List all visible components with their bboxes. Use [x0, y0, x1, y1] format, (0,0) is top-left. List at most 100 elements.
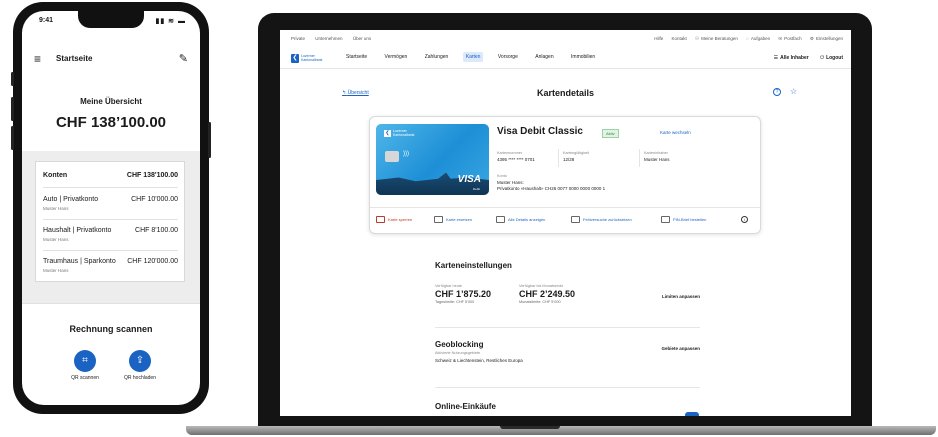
- account-name: Haushalt | Privatkonto: [43, 227, 112, 234]
- scan-invoice-title: Rechnung scannen: [69, 324, 153, 334]
- main-navigation: ❮ Luzerner Kantonalbank Startseite Vermö…: [280, 47, 851, 69]
- nav-item-payments[interactable]: Zahlungen: [422, 52, 452, 62]
- filter-icon: ☰: [773, 55, 779, 61]
- account-row[interactable]: Auto | Privatkonto CHF 10'000.00 Muster …: [43, 196, 178, 216]
- accounts-card: Konten CHF 138'100.00 Auto | Privatkonto…: [35, 161, 185, 282]
- star-favorite-icon[interactable]: ☆: [790, 87, 797, 96]
- qr-scan-label: QR scannen: [71, 375, 99, 381]
- pin-letter-icon: [661, 216, 670, 223]
- details-icon: [496, 216, 505, 223]
- bell-icon: ◌: [746, 36, 749, 41]
- logout-link[interactable]: Logout: [826, 55, 843, 61]
- limit-today: Verfügbar heute CHF 1’875.20 Tageslimite…: [435, 284, 491, 304]
- nav-item-cards[interactable]: Karten: [462, 52, 484, 62]
- people-icon: ⚇: [695, 36, 700, 41]
- online-purchases-toggle[interactable]: [685, 412, 699, 416]
- utility-links: Hilfe Kontakt ⚇ Meine Beratungen ◌ Aufgabe…: [647, 36, 843, 42]
- card-account-owner: Muster Hans:: [497, 180, 524, 185]
- link-business[interactable]: Unternehmen: [315, 36, 342, 41]
- help-icon[interactable]: ?: [773, 88, 781, 96]
- link-tasks[interactable]: Aufgaben: [751, 36, 770, 41]
- owner-filter[interactable]: Alle Inhaber: [780, 55, 809, 61]
- link-help[interactable]: Hilfe: [654, 36, 663, 41]
- card-number-label: Kartennummer: [497, 151, 523, 155]
- geoblocking-regions: Schweiz & Liechtenstein, Restliches Euro…: [435, 358, 523, 363]
- qr-upload-button[interactable]: ⇪ QR hochladen: [122, 350, 158, 390]
- block-card-label: Karte sperren: [388, 217, 413, 222]
- nav-item-assets[interactable]: Vermögen: [382, 52, 411, 62]
- account-row[interactable]: Haushalt | Privatkonto CHF 8'100.00 Must…: [43, 227, 178, 247]
- phone-volume-up: [11, 97, 14, 121]
- phone-device: 9:41 ▮▮ ≋ ▬ ≡ Startseite ✎ Meine Übersic…: [11, 2, 211, 414]
- page-title: Kartendetails: [536, 88, 595, 98]
- card-settings-title: Karteneinstellungen: [435, 261, 512, 270]
- link-settings[interactable]: Einstellungen: [816, 36, 843, 41]
- divider: [43, 187, 178, 188]
- laptop-device: Private Unternehmen Über uns Hilfe Konta…: [258, 13, 872, 426]
- card-number: Kartennummer 4395 **** **** 0701: [497, 151, 535, 162]
- logout-icon: ⏻: [820, 55, 825, 61]
- accounts-title: Konten: [43, 172, 68, 179]
- edit-pencil-icon[interactable]: ✎: [179, 52, 188, 65]
- laptop-base: [186, 426, 936, 435]
- card-account: Konto Muster Hans: Privatkonto «Haushalt…: [497, 174, 605, 191]
- bank-logo-text: Luzerner Kantonalbank: [301, 54, 323, 62]
- phone-volume-down: [11, 126, 14, 150]
- laptop-base-notch: [500, 426, 560, 429]
- status-bar: 9:41 ▮▮ ≋ ▬: [22, 16, 200, 30]
- divider: [370, 207, 760, 208]
- online-purchases-section: Online-Einkäufe: [435, 402, 700, 416]
- phone-side-button: [11, 72, 14, 86]
- bank-logo-icon: ❮: [291, 53, 299, 63]
- block-card-icon: [376, 216, 385, 223]
- card-visual: ❮ Luzerner Kantonalbank ))) VISA Debit: [376, 124, 489, 195]
- hamburger-menu-icon[interactable]: ≡: [34, 53, 41, 65]
- show-details-button[interactable]: Alle Details anzeigen: [496, 216, 545, 223]
- phone-header: ≡ Startseite ✎: [22, 51, 200, 71]
- reset-attempts-button[interactable]: Fehlversuche zurücksetzen: [571, 216, 632, 223]
- change-card-link[interactable]: Karte wechseln: [660, 130, 691, 135]
- online-purchases-title: Online-Einkäufe: [435, 402, 496, 411]
- limit-today-sub: Tageslimite: CHF 5’000: [435, 300, 475, 304]
- block-card-button[interactable]: Karte sperren: [376, 216, 412, 223]
- mail-icon: ✉: [778, 36, 783, 41]
- bank-logo[interactable]: ❮ Luzerner Kantonalbank: [291, 53, 329, 63]
- top-utility-bar: Private Unternehmen Über uns Hilfe Konta…: [280, 30, 851, 47]
- card-type-label: Debit: [472, 187, 480, 191]
- account-owner: Muster Hans: [43, 268, 69, 273]
- qr-scan-button[interactable]: ⌗ QR scannen: [67, 350, 103, 390]
- divider: [558, 149, 559, 167]
- card-validity-label: Kartengültigkeit: [563, 151, 590, 155]
- link-consultations[interactable]: Meine Beratungen: [701, 36, 738, 41]
- account-amount: CHF 8'100.00: [135, 227, 178, 234]
- card-settings-section: Karteneinstellungen Verfügbar heute CHF …: [435, 261, 700, 321]
- card-validity: Kartengültigkeit 12/28: [563, 151, 589, 162]
- account-row[interactable]: Traumhaus | Sparkonto CHF 120'000.00 Mus…: [43, 258, 178, 278]
- replace-card-label: Karte ersetzen: [446, 217, 473, 222]
- adjust-regions-button[interactable]: Gebiete anpassen: [661, 346, 700, 351]
- account-amount: CHF 10'000.00: [131, 196, 178, 203]
- account-amount: CHF 120'000.00: [127, 258, 178, 265]
- link-contact[interactable]: Kontakt: [672, 36, 687, 41]
- account-owner: Muster Hans: [43, 237, 69, 242]
- signal-wifi-battery-icon: ▮▮ ≋ ▬: [155, 18, 186, 25]
- nav-item-home[interactable]: Startseite: [343, 52, 370, 62]
- order-pin-button[interactable]: PIN-Brief bestellen: [661, 216, 706, 223]
- info-icon[interactable]: i: [741, 216, 748, 223]
- divider: [22, 303, 200, 304]
- order-pin-label: PIN-Brief bestellen: [673, 217, 707, 222]
- nav-item-real-estate[interactable]: Immobilien: [568, 52, 598, 62]
- replace-card-button[interactable]: Karte ersetzen: [434, 216, 472, 223]
- link-about[interactable]: Über uns: [353, 36, 371, 41]
- adjust-limits-button[interactable]: Limiten anpassen: [662, 294, 700, 299]
- reset-icon: [571, 216, 580, 223]
- geoblocking-title: Geoblocking: [435, 340, 484, 349]
- divider: [639, 149, 640, 167]
- nav-item-pension[interactable]: Vorsorge: [495, 52, 521, 62]
- overview-total: CHF 138’100.00: [55, 114, 167, 131]
- phone-screen: 9:41 ▮▮ ≋ ▬ ≡ Startseite ✎ Meine Übersic…: [22, 11, 200, 405]
- phone-header-title: Startseite: [56, 54, 93, 63]
- link-inbox[interactable]: Postfach: [784, 36, 802, 41]
- nav-item-investments[interactable]: Anlagen: [532, 52, 556, 62]
- link-private[interactable]: Private: [291, 36, 305, 41]
